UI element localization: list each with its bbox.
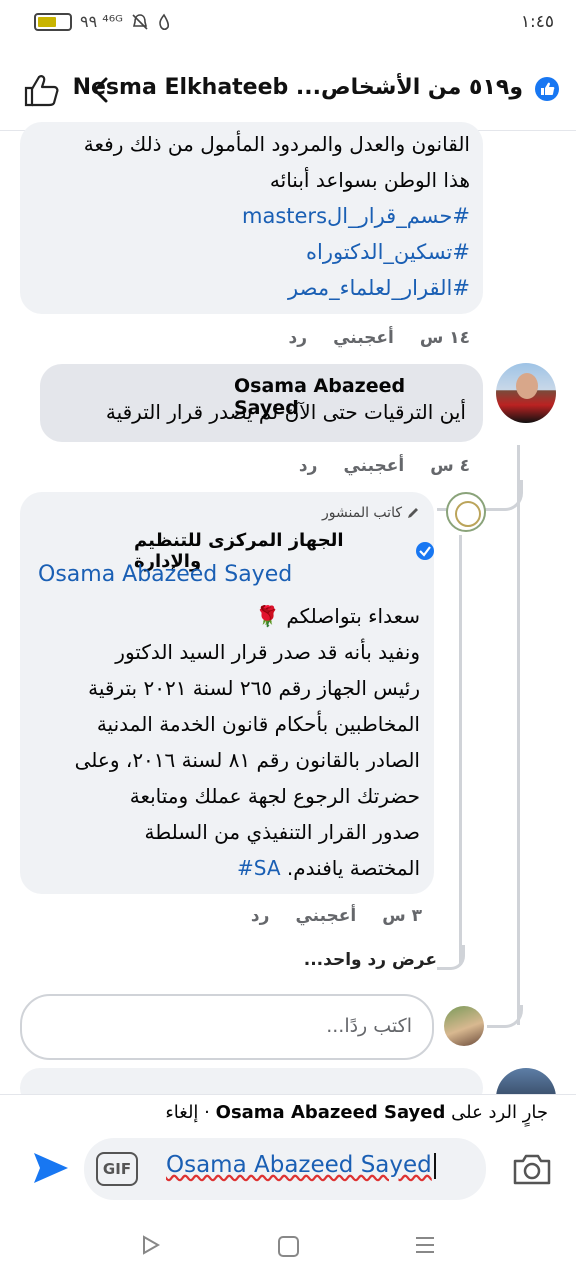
comment-text: أين الترقيات حتى الآن لم يصدر قرار الترق… [105, 400, 466, 424]
hashtag-link[interactable]: #تسكين_الدكتوراه [40, 234, 470, 270]
home-nav-icon[interactable] [278, 1236, 299, 1257]
comment-line: المخاطبين بأحكام قانون الخدمة المدنية [96, 712, 420, 736]
verified-badge-icon [415, 542, 434, 560]
bell-off-icon [132, 13, 148, 30]
replying-text: جارٍ الرد على Osama Abazeed Sayed · إلغا… [0, 1102, 548, 1123]
like-link[interactable]: أعجبني [295, 906, 356, 926]
separator: · [204, 1102, 210, 1123]
comment-line: هذا الوطن بسواعد أبنائه [269, 168, 470, 192]
comment-line: ونفيد بأنه قد صدر قرار السيد الدكتور [115, 640, 420, 664]
like-link[interactable]: أعجبني [343, 456, 404, 476]
author-badge: كاتب المنشور [300, 505, 420, 521]
thread-line-reply [459, 535, 462, 965]
reply-input-placeholder: اكتب ردًا... [326, 1015, 412, 1037]
alarm-icon [159, 13, 169, 30]
comment-last-line: المختصة يافندم. #SA [38, 850, 420, 886]
gif-button[interactable]: GIF [96, 1152, 138, 1186]
comment-time: ١٤ س [419, 328, 470, 348]
menu-nav-icon[interactable] [414, 1234, 436, 1256]
page-avatar[interactable] [446, 492, 486, 532]
view-replies-link[interactable]: عرض رد واحد... [245, 950, 437, 970]
hashtag-link[interactable]: #SA [237, 856, 281, 880]
avatar[interactable] [496, 363, 556, 423]
cancel-reply-button[interactable]: إلغاء [165, 1102, 198, 1123]
back-nav-icon[interactable] [140, 1234, 162, 1256]
comment-time: ٣ س [382, 906, 422, 926]
signal-icons: ۹٩ ⁴⁶ᴳ [80, 12, 123, 31]
comment-line: رئيس الجهاز رقم ٢٦٥ لسنة ٢٠٢١ بترقية [88, 676, 420, 700]
replying-prefix: جارٍ الرد على [451, 1102, 548, 1123]
composer-text: Osama Abazeed Sayed [166, 1152, 436, 1179]
reply-link[interactable]: رد [299, 456, 318, 476]
camera-icon[interactable] [512, 1151, 552, 1187]
comment-actions: ٤ س أعجبني رد [270, 456, 470, 476]
comment-time: ٤ س [430, 456, 470, 476]
like-icon[interactable] [22, 72, 60, 108]
comment-actions: ٣ س أعجبني رد [232, 906, 422, 926]
like-link[interactable]: أعجبني [333, 328, 394, 348]
text-cursor [433, 1152, 436, 1179]
comment-actions: ١٤ س أعجبني رد [270, 328, 470, 348]
pencil-icon [408, 508, 418, 518]
reply-link[interactable]: رد [251, 906, 270, 926]
thread-line [517, 445, 520, 1025]
status-icons: ۹٩ ⁴⁶ᴳ [34, 12, 171, 31]
clock: ١:٤٥ [520, 12, 554, 32]
composer-mention: Osama Abazeed Sayed [166, 1152, 432, 1178]
send-icon[interactable] [32, 1151, 70, 1185]
thread-connector [437, 945, 465, 970]
comment-text: القانون والعدل والمردود المأمول من ذلك ر… [40, 126, 470, 306]
hashtag-link[interactable]: #حسم_قرار_الmasters [40, 198, 470, 234]
author-badge-label: كاتب المنشور [322, 505, 402, 521]
current-user-avatar [444, 1006, 484, 1046]
comment-line: حضرتك الرجوع لجهة عملك ومتابعة [129, 784, 420, 808]
hashtag-link[interactable]: #القرار_لعلماء_مصر [40, 270, 470, 306]
like-reaction-icon [535, 77, 559, 101]
comment-line: صدور القرار التنفيذي من السلطة [144, 820, 420, 844]
comment-text: سعداء بتواصلكم 🌹 ونفيد بأنه قد صدر قرار … [38, 598, 420, 886]
replying-name: Osama Abazeed Sayed [215, 1102, 446, 1123]
comment-line: القانون والعدل والمردود المأمول من ذلك ر… [83, 132, 470, 156]
reply-link[interactable]: رد [289, 328, 308, 348]
comment-line: الصادر بالقانون رقم ٨١ لسنة ٢٠١٦، وعلى [74, 748, 420, 772]
comment-line: المختصة يافندم. [286, 856, 420, 880]
status-bar: ۹٩ ⁴⁶ᴳ ١:٤٥ [0, 0, 576, 46]
battery-icon [34, 12, 72, 31]
comment-line: سعداء بتواصلكم 🌹 [255, 604, 420, 628]
header-title: و٥١٩ من الأشخاص... Nesma Elkhateeb [72, 75, 523, 100]
mention-link[interactable]: Osama Abazeed Sayed [38, 562, 418, 587]
